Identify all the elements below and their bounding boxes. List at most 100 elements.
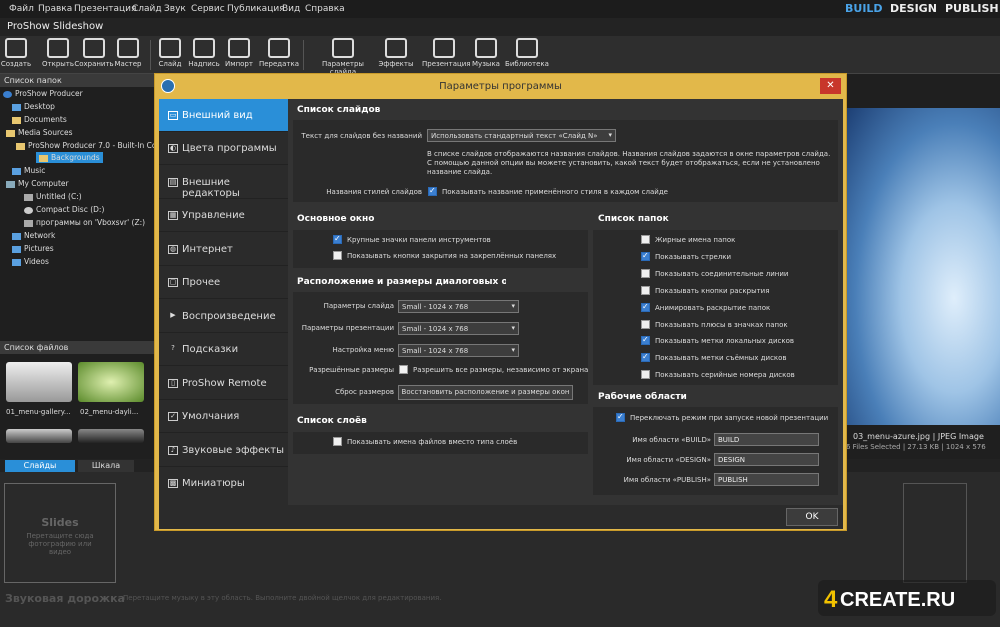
file-thumbnail[interactable] [6, 362, 72, 402]
nav-hints[interactable]: ? Подсказки [159, 333, 288, 366]
menu-edit[interactable]: Правка [38, 4, 72, 14]
open-icon [47, 38, 69, 58]
file-thumbnail[interactable] [78, 362, 144, 402]
nav-label: Цвета программы [182, 143, 277, 154]
nav-playback[interactable]: ▶ Воспроизведение [159, 300, 288, 333]
nav-label: Прочее [182, 277, 221, 288]
folder-option-checkbox[interactable] [641, 352, 650, 363]
folder-option-checkbox[interactable] [641, 370, 650, 380]
transition-label: Передатка [258, 60, 300, 68]
tree-item[interactable]: Music [12, 166, 45, 175]
wizard-button[interactable]: Мастер [106, 38, 150, 68]
tree-item[interactable]: Network [12, 231, 55, 240]
large-icons-label: Крупные значки панели инструментов [347, 236, 491, 244]
file-thumbnail[interactable] [6, 429, 72, 443]
large-icons-checkbox[interactable] [333, 234, 342, 244]
import-button[interactable]: Импорт [217, 38, 261, 68]
slide-options-button[interactable]: Параметры слайда [315, 38, 371, 76]
tree-item[interactable]: программы on 'Vboxsvr' (Z:) [24, 218, 145, 227]
tree-item[interactable]: Media Sources [6, 128, 73, 137]
menu-file[interactable]: Файл [9, 4, 34, 14]
tree-item[interactable]: Videos [12, 257, 49, 266]
menu-presentation[interactable]: Презентация [74, 4, 136, 14]
tree-label: My Computer [18, 179, 69, 188]
slide-params-label: Параметры слайда [323, 302, 394, 310]
menu-help[interactable]: Справка [305, 4, 345, 14]
publish-name-input[interactable]: PUBLISH [714, 473, 819, 486]
section-workspaces: Рабочие области [598, 392, 687, 402]
tree-item[interactable]: Untitled (C:) [24, 192, 82, 201]
unnamed-slides-select[interactable]: Использовать стандартный текст «Слайд N»… [427, 129, 616, 142]
tab-slides[interactable]: Слайды [5, 460, 75, 472]
folder-option-checkbox[interactable] [641, 285, 650, 295]
switch-mode-checkbox[interactable] [616, 412, 625, 422]
menu-settings-select[interactable]: Small - 1024 x 768 ▾ [398, 344, 519, 357]
disc-icon [24, 206, 33, 214]
allow-all-sizes-label: Разрешить все размеры, независимо от экр… [413, 366, 589, 374]
folder-option-checkbox[interactable] [641, 319, 650, 329]
menu-bar: Файл Правка Презентация Слайд Звук Серви… [0, 0, 1000, 18]
close-buttons-checkbox[interactable] [333, 251, 342, 260]
menu-publish[interactable]: Публикация [227, 4, 285, 14]
allow-all-sizes-checkbox[interactable] [399, 365, 408, 374]
nav-thumbnails[interactable]: ▩ Миниатюры [159, 467, 288, 500]
videos-icon [12, 258, 21, 266]
layer-filenames-checkbox[interactable] [333, 437, 342, 446]
effects-button[interactable]: Эффекты [374, 38, 418, 68]
menu-view[interactable]: Вид [282, 4, 300, 14]
mode-build[interactable]: BUILD [845, 2, 883, 15]
question-icon: ? [171, 344, 175, 352]
presentation-button[interactable]: Презентация [422, 38, 471, 68]
tree-item[interactable]: Pictures [12, 244, 54, 253]
ok-button[interactable]: OK [786, 508, 838, 526]
slides-drop-zone[interactable]: Slides Перетащите сюда фотографию или ви… [4, 483, 116, 583]
close-button[interactable]: ✕ [820, 78, 841, 94]
chevron-down-icon: ▾ [511, 346, 515, 354]
folder-option-checkbox[interactable] [641, 302, 650, 312]
mode-publish[interactable]: PUBLISH [945, 2, 999, 15]
slide-icon [159, 38, 181, 58]
tab-scale[interactable]: Шкала [78, 460, 134, 472]
tree-item-selected[interactable]: Backgrounds [36, 152, 103, 163]
tree-item[interactable]: My Computer [6, 179, 69, 188]
nav-control[interactable]: ▦ Управление [159, 199, 288, 232]
build-name-input[interactable]: BUILD [714, 433, 819, 446]
nav-sound-effects[interactable]: ♪ Звуковые эффекты [159, 434, 288, 467]
nav-appearance[interactable]: ▭ Внешний вид [159, 99, 288, 132]
nav-defaults[interactable]: ✓ Умолчания [159, 400, 288, 433]
presentation-params-value: Small - 1024 x 768 [402, 325, 469, 333]
style-names-checkbox[interactable] [428, 186, 437, 196]
slide-slot[interactable] [903, 483, 967, 583]
menu-sound[interactable]: Звук [164, 4, 186, 14]
music-button[interactable]: Музыка [464, 38, 508, 68]
design-name-input[interactable]: DESIGN [714, 453, 819, 466]
folder-option-checkbox[interactable] [641, 335, 650, 346]
slide-params-select[interactable]: Small - 1024 x 768 ▾ [398, 300, 519, 313]
file-thumbnail[interactable] [78, 429, 144, 443]
tree-label: Pictures [24, 244, 54, 253]
tree-item[interactable]: Compact Disc (D:) [24, 205, 104, 214]
folder-option-checkbox[interactable] [641, 235, 650, 244]
preview-filename: 03_menu-azure.jpg | JPEG Image [853, 432, 984, 441]
tree-label: Backgrounds [51, 153, 100, 162]
nav-other[interactable]: ▢ Прочее [159, 266, 288, 299]
tree-item[interactable]: Desktop [12, 102, 55, 111]
nav-remote[interactable]: ▯ ProShow Remote [159, 367, 288, 400]
mode-design[interactable]: DESIGN [890, 2, 937, 15]
transition-button[interactable]: Передатка [257, 38, 301, 68]
nav-colors[interactable]: ◐ Цвета программы [159, 132, 288, 165]
tree-item[interactable]: ProShow Producer [3, 89, 83, 98]
speaker-icon [475, 38, 497, 58]
folder-option-checkbox[interactable] [641, 251, 650, 261]
menu-service[interactable]: Сервис [191, 4, 225, 14]
nav-internet[interactable]: ◍ Интернет [159, 233, 288, 266]
tree-item[interactable]: ProShow Producer 7.0 - Built-In Co [16, 141, 156, 150]
folder-option-checkbox[interactable] [641, 268, 650, 278]
menu-slide[interactable]: Слайд [132, 4, 162, 14]
presentation-params-select[interactable]: Small - 1024 x 768 ▾ [398, 322, 519, 335]
nav-editors[interactable]: ▤ Внешние редакторы [159, 166, 288, 199]
restore-sizes-button[interactable]: Восстановить расположение и размеры окон [398, 385, 573, 400]
library-button[interactable]: Библиотека [505, 38, 549, 68]
new-button[interactable]: Создать [0, 38, 38, 68]
tree-item[interactable]: Documents [12, 115, 67, 124]
